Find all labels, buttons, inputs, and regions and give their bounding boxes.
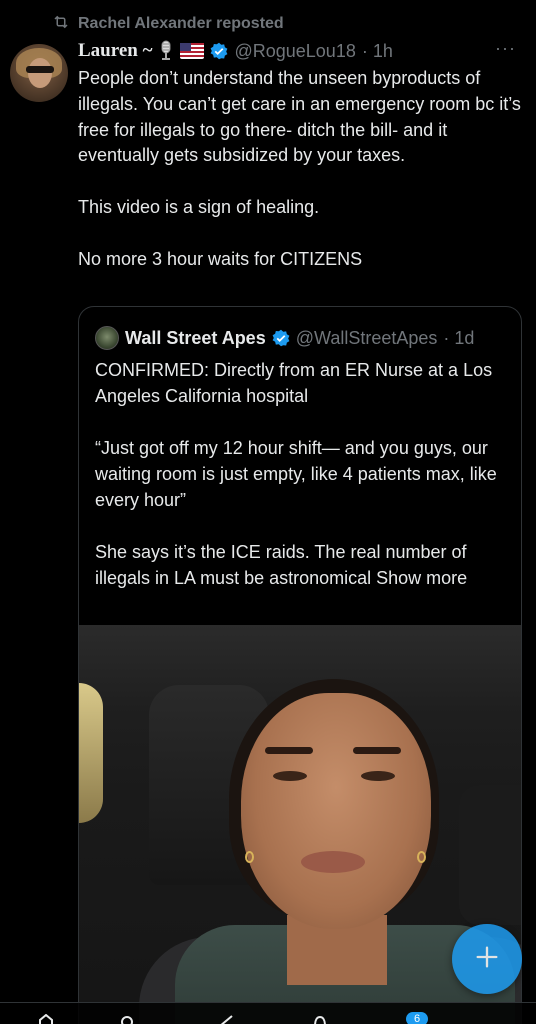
notifications-icon[interactable] — [312, 1013, 328, 1024]
quoted-text-paragraph: CONFIRMED: Directly from an ER Nurse at … — [95, 360, 493, 406]
quoted-author-handle[interactable]: @WallStreetApes — [296, 328, 438, 349]
more-options-icon[interactable]: ··· — [495, 38, 516, 59]
author-handle[interactable]: @RogueLou18 — [234, 41, 355, 62]
quoted-author-avatar[interactable] — [95, 326, 119, 350]
quoted-text-paragraph: “Just got off my 12 hour shift— and you … — [95, 438, 497, 510]
verified-badge-icon — [210, 42, 228, 60]
timeline-screen: Rachel Alexander reposted Lauren ~ @Rogu… — [0, 0, 536, 1024]
post-time[interactable]: · 1h — [362, 41, 393, 62]
microphone-emoji-icon — [158, 40, 174, 62]
compose-button[interactable] — [452, 924, 522, 994]
notification-count-badge: 6 — [406, 1012, 428, 1024]
plus-icon — [473, 943, 501, 976]
repost-text: Rachel Alexander reposted — [78, 15, 284, 32]
post-text-line: This video is a sign of healing. — [78, 196, 320, 217]
grok-icon[interactable] — [218, 1013, 234, 1024]
bottom-navigation — [0, 1002, 536, 1024]
post-text-line: People don’t understand the unseen bypro… — [78, 68, 521, 166]
quoted-post-time[interactable]: · 1d — [443, 328, 474, 349]
search-icon[interactable] — [120, 1013, 136, 1024]
repost-icon — [52, 13, 70, 36]
author-avatar[interactable] — [10, 44, 68, 102]
post-text-line: No more 3 hour waits for CITIZENS — [78, 248, 363, 269]
repost-indicator[interactable]: Rachel Alexander reposted — [52, 12, 284, 36]
quoted-post-card[interactable]: Wall Street Apes @WallStreetApes · 1d CO… — [78, 306, 522, 1024]
author-name[interactable]: Lauren ~ — [78, 40, 152, 62]
quoted-post-body: CONFIRMED: Directly from an ER Nurse at … — [95, 357, 513, 591]
quoted-text-paragraph: She says it’s the ICE raids. The real nu… — [95, 542, 468, 588]
verified-badge-icon — [272, 329, 290, 347]
quoted-author-line: Wall Street Apes @WallStreetApes · 1d — [95, 325, 515, 351]
us-flag-emoji-icon — [180, 43, 205, 59]
post-body: People don’t understand the unseen bypro… — [78, 66, 528, 272]
home-icon[interactable] — [38, 1013, 54, 1024]
post-author-line: Lauren ~ @RogueLou18 · 1h ··· — [78, 38, 528, 64]
quoted-author-name[interactable]: Wall Street Apes — [125, 328, 266, 349]
